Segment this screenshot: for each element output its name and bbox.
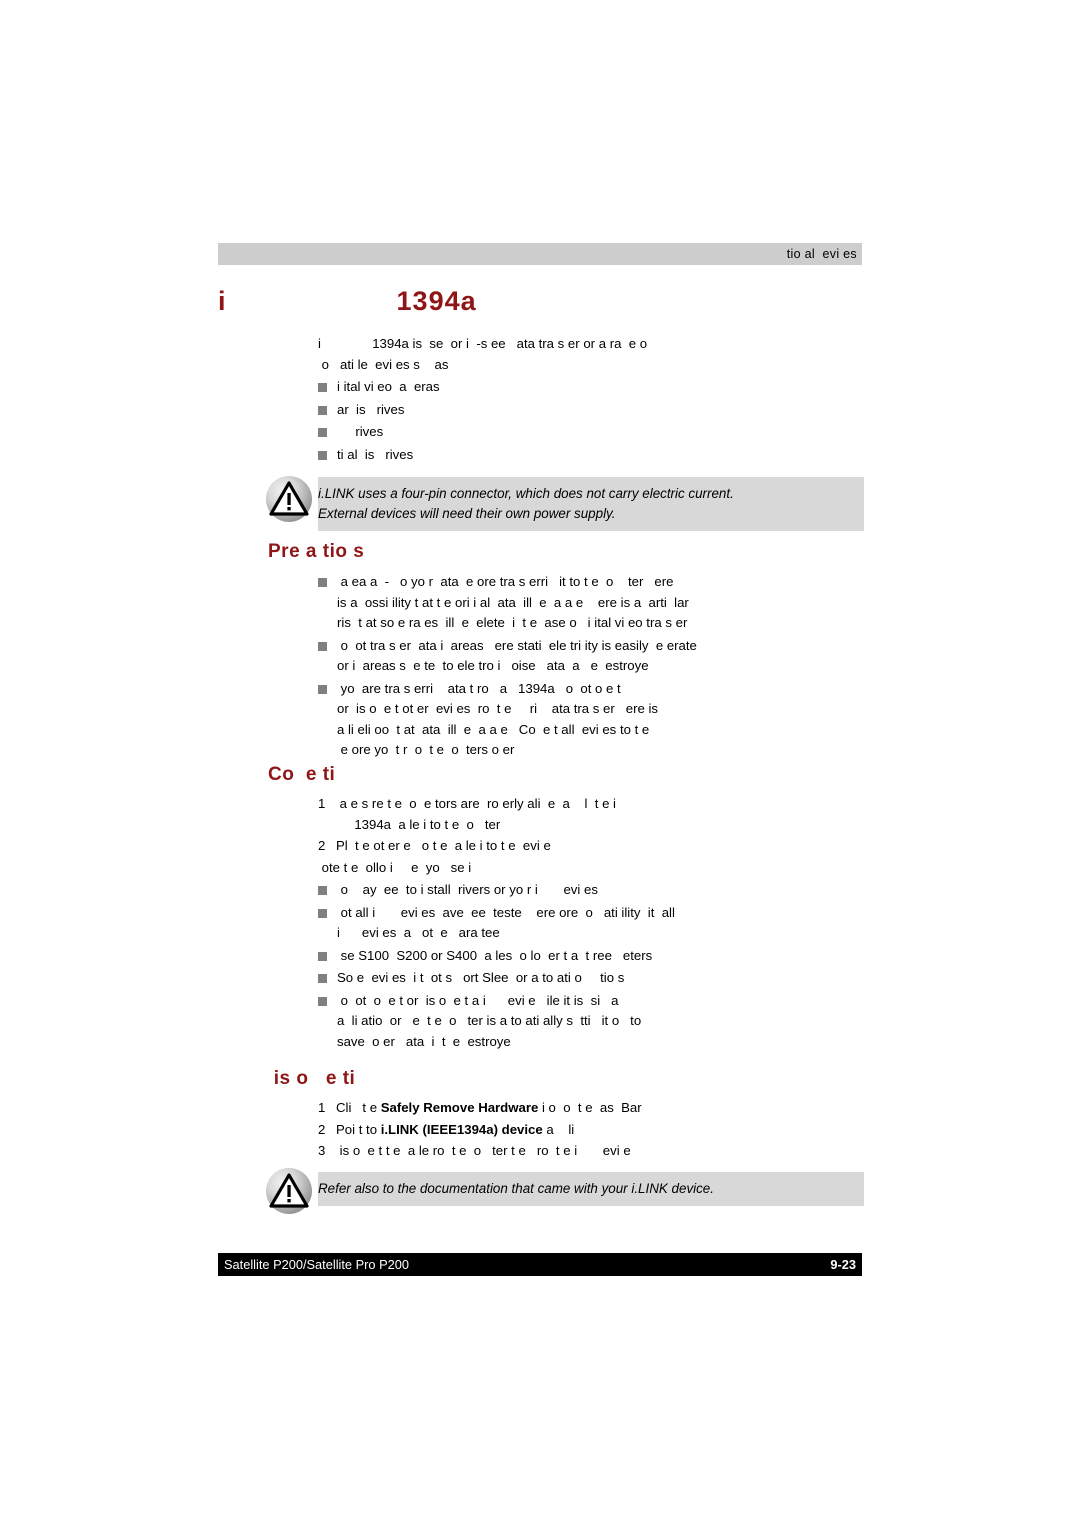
- ui-control-name: Safely Remove Hardware: [380, 1100, 539, 1115]
- bullet-square-icon: [318, 908, 327, 918]
- warning-triangle-icon: [266, 1168, 312, 1214]
- numbered-step: 2 Pl t e ot er e o t e a le i to t e evi…: [318, 836, 864, 857]
- step-label: Poi t to i.LINK (IEEE1394a) device a li: [336, 1120, 864, 1141]
- bullet-square-icon: [318, 428, 327, 437]
- connecting-follow-note: ote t e ollo i e yo se i: [318, 859, 472, 875]
- connecting-block: 1 a e s re t e o e tors are ro erly ali …: [318, 793, 864, 1052]
- ui-control-name: i.LINK (IEEE1394a) device: [380, 1121, 543, 1137]
- step-label: a e s re t e o e tors are ro erly ali e …: [339, 796, 616, 832]
- list-item: rives: [318, 422, 864, 443]
- bullet-square-icon: [318, 996, 327, 1006]
- bullet-square-icon: [318, 974, 327, 983]
- list-item: ar is rives: [318, 400, 864, 421]
- precautions-list: a ea a - o yo r ata e ore tra s erri it …: [318, 570, 864, 761]
- bullet-square-icon: [318, 641, 327, 651]
- note-text-bottom: Refer also to the documentation that cam…: [318, 1181, 714, 1196]
- step-text-post: a li: [542, 1121, 575, 1137]
- step-number: 3: [318, 1143, 326, 1158]
- manual-page: tio al evi es i 1394a i 1394a is se or i…: [0, 0, 1080, 1528]
- step-text-post: i o o t e as Bar: [538, 1100, 642, 1115]
- footer-page-number: 9-23: [830, 1257, 856, 1272]
- list-item-label: ti al is rives: [337, 446, 414, 462]
- list-item-label: o ot o e t or is o e t a i evi e ile it …: [337, 992, 642, 1049]
- list-item: yo are tra s erri ata t ro a 1394a o ot …: [318, 679, 864, 761]
- bullet-square-icon: [318, 450, 327, 460]
- step-text-pre: Cli t e: [336, 1100, 381, 1115]
- numbered-step: 3 is o e t t e a le ro t e o ter t e ro …: [318, 1141, 864, 1162]
- step-number: 1: [318, 1100, 326, 1115]
- step-text-pre: Poi t to: [336, 1121, 381, 1137]
- numbered-step: 1 a e s re t e o e tors are ro erly ali …: [318, 794, 864, 835]
- list-item: ot all i evi es ave ee teste ere ore o a…: [318, 903, 864, 944]
- step-number: 2: [318, 838, 326, 853]
- bullet-square-icon: [318, 886, 327, 895]
- step-text-pre: is o e t t e a le ro t e o ter t e ro t …: [336, 1143, 631, 1158]
- list-item: o ay ee to i stall rivers or yo r i evi …: [318, 880, 864, 901]
- list-item: So e evi es i t ot s ort Slee or a to at…: [318, 968, 864, 989]
- intro-block: i 1394a is se or i -s ee ata tra s er or…: [318, 334, 864, 465]
- step-number: 1: [318, 796, 326, 811]
- intro-paragraph: i 1394a is se or i -s ee ata tra s er or…: [318, 336, 648, 372]
- note-box-bottom: Refer also to the documentation that cam…: [318, 1172, 864, 1206]
- bullet-square-icon: [318, 383, 327, 392]
- section-heading-precautions: Pre a tio s: [268, 541, 365, 562]
- list-item-label: rives: [337, 424, 384, 439]
- step-label: Cli t e Safely Remove Hardware i o o t e…: [336, 1098, 864, 1119]
- bullet-square-icon: [318, 951, 327, 961]
- disconnecting-block: 1 Cli t e Safely Remove Hardware i o o t…: [318, 1097, 864, 1162]
- step-label: Pl t e ot er e o t e a le i to t e evi e: [336, 838, 551, 853]
- list-item-label: o ot tra s er ata i areas ere stati ele …: [337, 637, 697, 674]
- list-item-label: i ital vi eo a eras: [337, 379, 440, 394]
- bullet-square-icon: [318, 684, 327, 694]
- list-item: o ot o e t or is o e t a i evi e ile it …: [318, 991, 864, 1053]
- running-header-text: tio al evi es: [786, 247, 857, 261]
- footer-bar: Satellite P200/Satellite Pro P200 9-23: [218, 1253, 862, 1276]
- list-item-label: ar is rives: [337, 401, 405, 417]
- page-title: i 1394a: [218, 286, 477, 316]
- list-item: a ea a - o yo r ata e ore tra s erri it …: [318, 572, 864, 634]
- note-text-top: i.LINK uses a four-pin connector, which …: [318, 486, 734, 521]
- bullet-square-icon: [318, 578, 327, 587]
- list-item: o ot tra s er ata i areas ere stati ele …: [318, 636, 864, 677]
- list-item: i ital vi eo a eras: [318, 377, 864, 398]
- step-number: 2: [318, 1121, 326, 1137]
- bullet-square-icon: [318, 405, 327, 415]
- section-heading-disconnecting: is o e ti: [268, 1068, 356, 1089]
- running-header-bar: tio al evi es: [218, 243, 862, 265]
- footer-product-name: Satellite P200/Satellite Pro P200: [224, 1257, 409, 1272]
- list-item-label: se S100 S200 or S400 a les o lo er t a t…: [337, 947, 653, 963]
- list-item: ti al is rives: [318, 445, 864, 466]
- numbered-step: 2 Poi t to i.LINK (IEEE1394a) device a l…: [318, 1120, 864, 1141]
- list-item-label: yo are tra s erri ata t ro a 1394a o ot …: [337, 680, 659, 758]
- list-item-label: o ay ee to i stall rivers or yo r i evi …: [337, 882, 598, 897]
- step-label: is o e t t e a le ro t e o ter t e ro t …: [336, 1141, 864, 1162]
- list-item: se S100 S200 or S400 a les o lo er t a t…: [318, 946, 864, 967]
- warning-triangle-icon: [266, 476, 312, 522]
- section-heading-connecting: Co e ti: [268, 764, 336, 785]
- list-item-label: a ea a - o yo r ata e ore tra s erri it …: [337, 574, 689, 630]
- note-box-top: i.LINK uses a four-pin connector, which …: [318, 477, 864, 531]
- numbered-step: 1 Cli t e Safely Remove Hardware i o o t…: [318, 1098, 864, 1119]
- list-item-label: ot all i evi es ave ee teste ere ore o a…: [337, 904, 675, 941]
- list-item-label: So e evi es i t ot s ort Slee or a to at…: [337, 970, 625, 985]
